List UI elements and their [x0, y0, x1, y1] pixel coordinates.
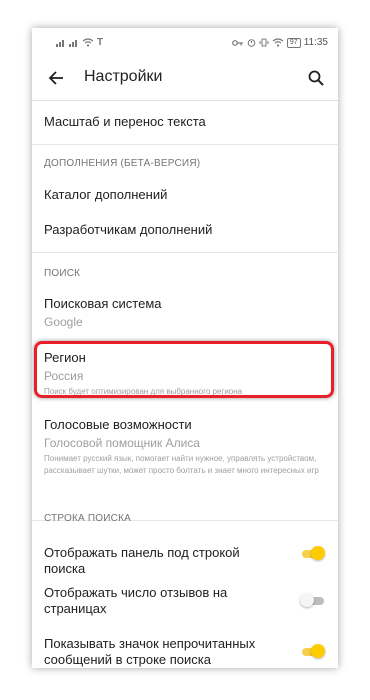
show-panel-item: Отображать панель под строкой поиска [44, 545, 284, 577]
alarm-icon [247, 39, 256, 47]
wifi-icon [272, 38, 284, 47]
voice-value: Голосовой помощник Алиса [44, 436, 200, 450]
status-bar: T 97 11:35 [32, 28, 338, 56]
page-title: Настройки [84, 68, 163, 85]
voice-item[interactable]: Голосовые возможности Голосовой помощник… [44, 417, 326, 477]
addons-dev-label: Разработчикам дополнений [44, 222, 213, 237]
show-unread-item: Показывать значок непрочитанных сообщени… [44, 636, 274, 668]
t-icon: T [97, 37, 104, 48]
status-left: T [56, 37, 103, 48]
text-scale-label: Масштаб и перенос текста [44, 114, 206, 129]
search-engine-value: Google [44, 315, 83, 329]
vibrate-icon [259, 38, 269, 47]
status-time: 11:35 [303, 37, 328, 48]
voice-description: Понимает русский язык, помогает найти ну… [44, 454, 319, 475]
addons-dev-item[interactable]: Разработчикам дополнений [44, 222, 326, 238]
search-section-header: ПОИСК [44, 268, 81, 279]
status-right: 97 11:35 [232, 37, 328, 48]
arrow-left-icon [48, 71, 63, 85]
show-reviews-label: Отображать число отзывов на страницах [44, 585, 228, 616]
show-reviews-toggle[interactable] [300, 593, 324, 609]
voice-label: Голосовые возможности [44, 417, 192, 432]
addons-catalog-item[interactable]: Каталог дополнений [44, 187, 326, 203]
signal-icon [56, 40, 64, 47]
text-scale-item[interactable]: Масштаб и перенос текста [44, 114, 326, 130]
show-panel-toggle[interactable] [300, 546, 325, 562]
app-bar: Настройки [32, 56, 338, 101]
region-highlight-frame [34, 341, 334, 398]
show-panel-label: Отображать панель под строкой поиска [44, 545, 240, 576]
addons-section-header: ДОПОЛНЕНИЯ (БЕТА-ВЕРСИЯ) [44, 158, 201, 169]
signal-icon [69, 40, 77, 47]
search-engine-label: Поисковая система [44, 296, 162, 311]
search-button[interactable] [302, 64, 330, 92]
toggle-thumb [311, 644, 325, 658]
show-unread-toggle[interactable] [300, 644, 325, 660]
search-icon [308, 70, 324, 86]
divider [32, 144, 338, 145]
show-unread-label: Показывать значок непрочитанных сообщени… [44, 636, 256, 667]
battery-icon: 97 [286, 37, 301, 48]
phone-screen: T 97 11:35 Настройки Масштаб и перенос т… [32, 28, 338, 668]
show-reviews-item: Отображать число отзывов на страницах [44, 585, 244, 617]
key-icon [232, 39, 243, 46]
searchbar-section-header: СТРОКА ПОИСКА [44, 513, 131, 524]
search-engine-item[interactable]: Поисковая система Google [44, 296, 326, 330]
addons-catalog-label: Каталог дополнений [44, 187, 168, 202]
toggle-thumb [300, 593, 314, 607]
divider [32, 252, 338, 253]
toggle-thumb [311, 546, 325, 560]
wifi-icon [82, 38, 94, 47]
back-button[interactable] [42, 64, 70, 92]
